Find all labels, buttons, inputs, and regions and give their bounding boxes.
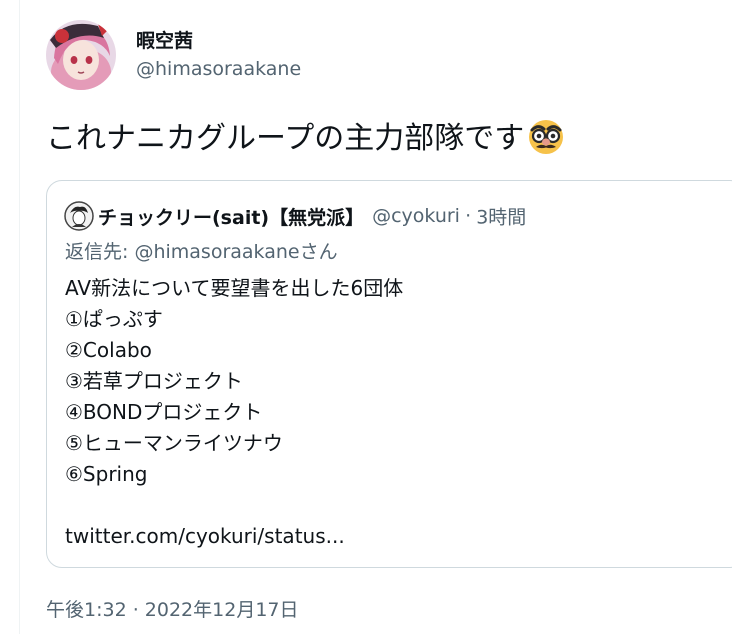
quoted-text-line: ③若草プロジェクト xyxy=(65,369,243,393)
author-handle[interactable]: @himasoraakane xyxy=(136,54,301,84)
quoted-text-line: ⑤ヒューマンライツナウ xyxy=(65,431,283,455)
quoted-author-avatar[interactable] xyxy=(64,201,94,231)
quoted-tweet-header: チョックリー(sait)【無党派】 @cyokuri · 3時間 xyxy=(64,201,526,231)
quoted-text-line: AV新法について要望書を出した6団体 xyxy=(65,276,404,300)
quoted-text-line: ①ぱっぷす xyxy=(65,307,163,331)
quoted-tweet-time[interactable]: 3時間 xyxy=(476,207,526,229)
disguised-face-icon xyxy=(526,116,566,156)
reply-to-handle[interactable]: @himasoraakane xyxy=(134,241,299,263)
reply-to-line: 返信先: @himasoraakaneさん xyxy=(65,238,338,266)
timeline-divider xyxy=(19,0,20,634)
quoted-text-line: ②Colabo xyxy=(65,338,152,362)
reply-to-suffix: さん xyxy=(299,241,338,263)
quoted-author-handle[interactable]: @cyokuri xyxy=(372,205,460,227)
author-avatar[interactable] xyxy=(46,20,116,90)
tweet-text: これナニカグループの主力部隊です xyxy=(46,116,732,160)
tweet-text-content: これナニカグループの主力部隊です xyxy=(46,121,525,156)
quoted-author-display-name[interactable]: チョックリー(sait)【無党派】 xyxy=(98,207,364,229)
quoted-tweet-text: AV新法について要望書を出した6団体 ①ぱっぷす ②Colabo ③若草プロジェ… xyxy=(65,273,403,552)
quoted-text-line: ⑥Spring xyxy=(65,462,148,486)
separator-dot: · xyxy=(465,205,472,227)
quoted-tweet-link[interactable]: twitter.com/cyokuri/status... xyxy=(65,521,403,552)
reply-to-label: 返信先: xyxy=(65,241,135,263)
quoted-text-line: ④BONDプロジェクト xyxy=(65,400,263,424)
quoted-tweet-card[interactable]: チョックリー(sait)【無党派】 @cyokuri · 3時間 返信先: @hi… xyxy=(46,180,732,568)
author-display-name[interactable]: 暇空茜 xyxy=(136,28,301,54)
tweet-timestamp[interactable]: 午後1:32 · 2022年12月17日 xyxy=(46,597,299,623)
tweet-header: 暇空茜 @himasoraakane xyxy=(46,20,732,96)
author-names: 暇空茜 @himasoraakane xyxy=(136,28,301,84)
tweet: 暇空茜 @himasoraakane これナニカグループの主力部隊です チョック… xyxy=(46,20,732,621)
